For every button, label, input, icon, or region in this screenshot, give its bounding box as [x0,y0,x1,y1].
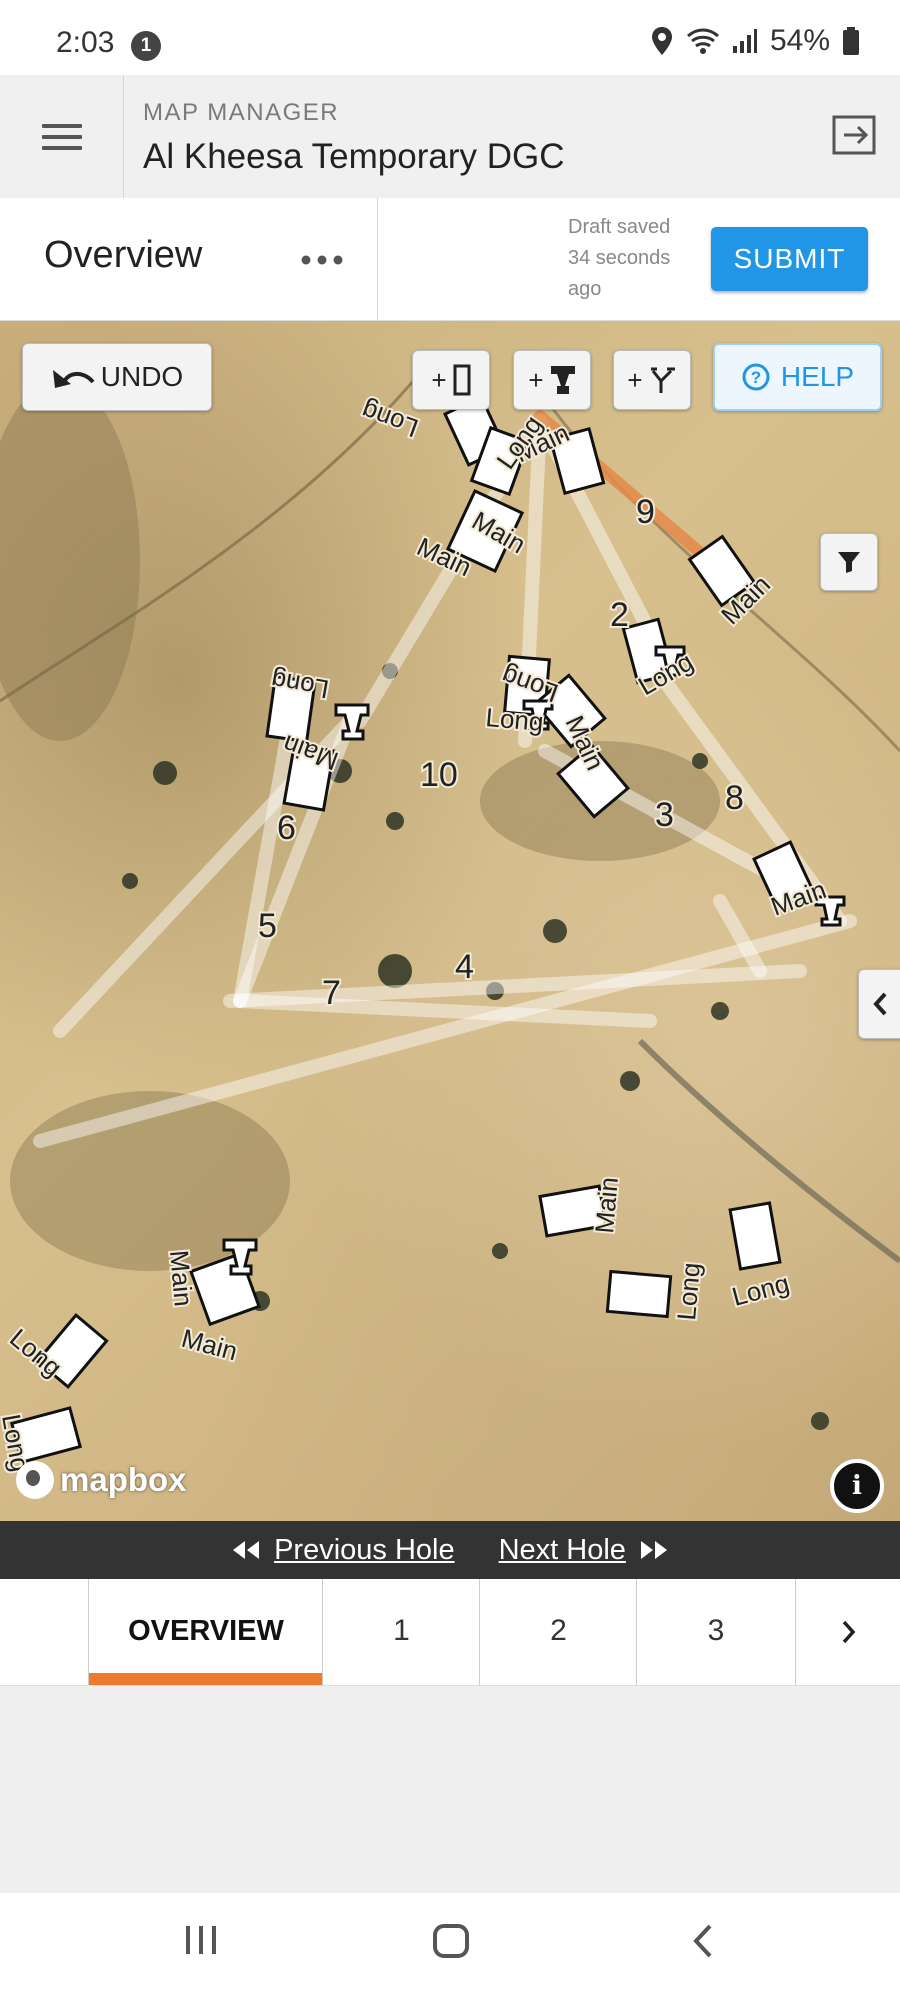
fast-forward-icon [640,1541,667,1559]
hole-navigation: Previous Hole Next Hole [0,1521,900,1579]
tab-hole-3[interactable]: 3 [636,1579,795,1685]
location-icon [651,27,672,55]
help-icon: ? [742,363,770,391]
hole-number: 8 [725,779,744,817]
more-options-icon[interactable] [300,254,344,266]
overview-section: Overview [0,198,378,320]
tee-pad-icon [453,364,471,396]
tab-label: 2 [550,1614,567,1647]
system-navigation-bar [0,1893,900,2000]
recent-apps-icon[interactable] [183,1923,219,1957]
section-title: Overview [44,234,203,276]
home-icon[interactable] [432,1923,470,1959]
tee-pad [728,1201,782,1271]
tab-label: 1 [393,1614,410,1647]
undo-icon [52,370,95,388]
tab-label: OVERVIEW [128,1615,284,1647]
tee-label-main: Main [178,1323,240,1367]
chevron-right-icon [842,1620,855,1644]
tee-label-long: Long [729,1268,793,1312]
next-hole-label: Next Hole [498,1533,626,1566]
add-tee-button[interactable]: + [412,350,490,410]
notification-badge: 1 [131,31,161,61]
editor-toolbar: Overview Draft saved 34 seconds ago SUBM… [0,198,900,321]
tab-overview[interactable]: OVERVIEW [88,1579,323,1685]
status-time: 2:03 [56,26,115,59]
hole-number: 2 [610,596,629,634]
hamburger-icon [41,117,82,157]
header-kicker: MAP MANAGER [143,99,340,126]
tee-label-long: Long [484,702,544,737]
basket-icon [550,366,575,394]
status-icons: 54% [650,24,860,58]
battery-percent: 54% [769,24,830,57]
map-overlay: 2 3 4 5 6 7 8 9 10 Long Main Long Main M… [0,360,900,1476]
tab-hole-1[interactable]: 1 [322,1579,480,1685]
add-path-label: + [627,364,643,395]
add-basket-label: + [528,364,544,395]
filter-icon [838,552,860,573]
add-tee-label: + [431,364,447,395]
mapbox-logo[interactable]: mapbox [16,1461,187,1499]
tee-label-long: Long [671,1261,706,1321]
wifi-icon [686,28,719,54]
undo-button[interactable]: UNDO [22,343,212,411]
help-button[interactable]: ? HELP [713,343,882,411]
submit-button[interactable]: SUBMIT [711,227,868,291]
next-hole-link[interactable]: Next Hole [499,1534,670,1567]
undo-label: UNDO [100,361,184,392]
course-title: Al Kheesa Temporary DGC [143,137,565,176]
help-label: HELP [780,361,855,392]
tabs-scroll-right[interactable] [795,1579,900,1685]
app-header: MAP MANAGER Al Kheesa Temporary DGC [0,75,900,199]
tee-pad [605,1269,673,1319]
hole-number: 4 [455,948,474,986]
terrain-shading [0,381,720,1271]
battery-icon [843,27,859,55]
path-split-icon [650,367,675,393]
hole-number: 3 [655,796,674,834]
side-panel-toggle[interactable] [858,969,900,1039]
filter-button[interactable] [820,533,878,591]
course-map[interactable]: 2 3 4 5 6 7 8 9 10 Long Main Long Main M… [0,321,900,1521]
back-icon[interactable] [690,1923,716,1959]
signal-icon [732,29,757,53]
hole-number: 7 [322,974,341,1012]
menu-button[interactable] [0,75,124,198]
hole-number: 9 [636,493,655,531]
chevron-left-icon [873,992,887,1016]
draft-status: Draft saved 34 seconds ago [568,216,671,300]
tab-label: 3 [707,1614,725,1647]
status-bar: 2:03 1 54% [0,0,900,75]
add-basket-button[interactable]: + [513,350,591,410]
tee-label-main: Main [164,1249,199,1308]
exit-icon[interactable] [830,111,878,159]
tab-hole-2[interactable]: 2 [479,1579,637,1685]
svg-text:?: ? [751,368,761,387]
hole-number: 5 [258,907,277,945]
mapbox-mark-icon [16,1461,54,1499]
hole-number: 6 [277,809,296,847]
tee-label-main: Main [589,1176,624,1235]
hole-number: 10 [420,756,458,794]
hole-tabs: OVERVIEW 1 2 3 [0,1579,900,1686]
add-path-button[interactable]: + [613,350,691,410]
previous-hole-label: Previous Hole [274,1533,455,1566]
mapbox-attribution: mapbox [60,1461,187,1498]
info-icon[interactable]: i [830,1459,884,1513]
rewind-icon [233,1541,260,1559]
previous-hole-link[interactable]: Previous Hole [230,1534,455,1567]
